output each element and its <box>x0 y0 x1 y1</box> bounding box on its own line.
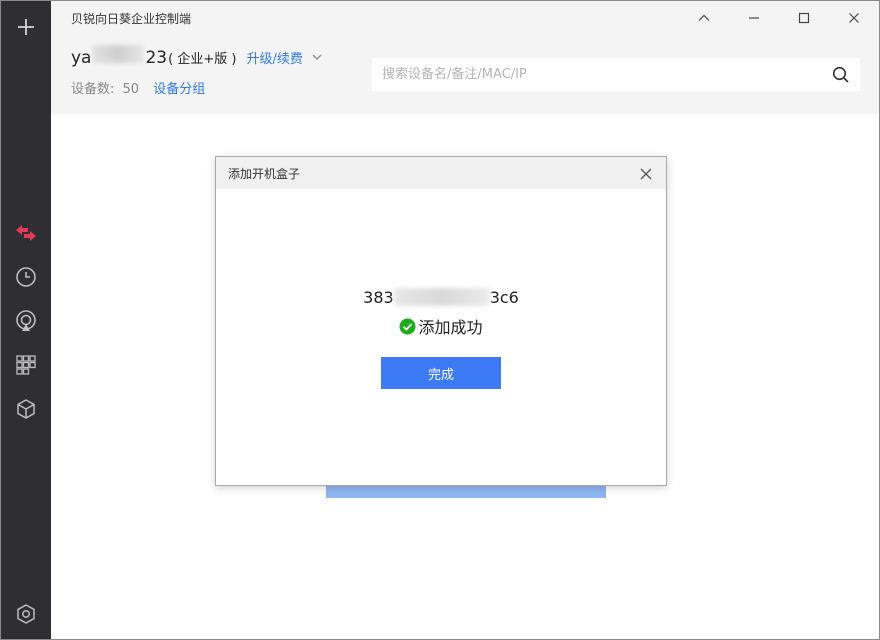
search-icon <box>832 66 849 83</box>
done-button[interactable]: 完成 <box>381 357 501 389</box>
success-text: 添加成功 <box>418 318 483 337</box>
device-id-redaction <box>393 288 490 306</box>
check-circle-icon <box>399 318 416 334</box>
account-name-suffix: 23 <box>145 48 168 68</box>
remote-control-icon <box>16 225 36 241</box>
edition-label: ( 企业+版 ) <box>168 52 237 67</box>
dialog-titlebar: 添加开机盒子 <box>216 157 666 189</box>
broadcast-icon <box>16 310 36 331</box>
device-id-suffix: 3c6 <box>489 288 519 307</box>
chevron-up-icon <box>698 14 710 21</box>
settings-hexagon-icon <box>17 604 35 624</box>
maximize-button[interactable] <box>779 1 829 35</box>
account-name-redaction <box>92 45 145 63</box>
sidebar <box>1 1 51 639</box>
sidebar-item-settings[interactable] <box>1 594 51 634</box>
sidebar-item-history[interactable] <box>1 257 51 297</box>
device-group-link[interactable]: 设备分组 <box>153 82 205 97</box>
header: 贝锐向日葵企业控制端 ya 23 (企业+版) 升级/续费 设备数: 50 … <box>51 1 879 114</box>
minimize-button[interactable] <box>729 1 779 35</box>
account-row: ya 23 ( 企业+版 ) 升级/续费 <box>71 45 323 68</box>
close-icon <box>849 13 859 23</box>
search-input[interactable] <box>372 58 822 91</box>
sidebar-item-apps[interactable] <box>1 345 51 385</box>
dialog-title: 添加开机盒子 <box>228 167 301 181</box>
account-dropdown-button[interactable] <box>311 51 323 63</box>
upgrade-link[interactable]: 升级/续费 <box>246 48 302 67</box>
close-icon <box>640 168 652 180</box>
device-count-label: 设备数: <box>71 82 115 97</box>
dialog-close-button[interactable] <box>638 166 654 182</box>
success-status: 添加成功 <box>216 314 666 338</box>
sidebar-item-hardware[interactable] <box>1 389 51 429</box>
app-window: 贝锐向日葵企业控制端 ya 23 (企业+版) 升级/续费 设备数: 50 … <box>0 0 880 640</box>
collapse-button[interactable] <box>679 1 729 35</box>
app-title: 贝锐向日葵企业控制端 <box>71 12 192 26</box>
device-count: 50 <box>122 82 140 97</box>
device-id: 383 3c6 <box>216 288 666 307</box>
plus-icon <box>18 19 34 35</box>
close-window-button[interactable] <box>829 1 879 35</box>
search-button[interactable] <box>832 66 850 88</box>
device-id-prefix: 383 <box>363 288 394 307</box>
sidebar-item-broadcast[interactable] <box>1 301 51 341</box>
maximize-icon <box>798 12 810 24</box>
box-cube-icon <box>17 399 35 419</box>
apps-grid-icon <box>16 355 36 375</box>
minimize-icon <box>749 17 759 19</box>
device-info-row: 设备数: 50 设备分组 <box>71 78 205 97</box>
account-name-prefix: ya <box>71 48 92 68</box>
background-button-partial <box>326 484 606 498</box>
window-controls <box>679 1 879 35</box>
add-boot-box-dialog: 添加开机盒子 383 3c6 添加成功 完成 <box>215 156 667 486</box>
chevron-down-icon <box>312 54 322 60</box>
search-box <box>372 58 860 91</box>
add-button[interactable] <box>1 7 51 47</box>
history-clock-icon <box>16 267 36 287</box>
sidebar-item-remote-control[interactable] <box>1 213 51 253</box>
